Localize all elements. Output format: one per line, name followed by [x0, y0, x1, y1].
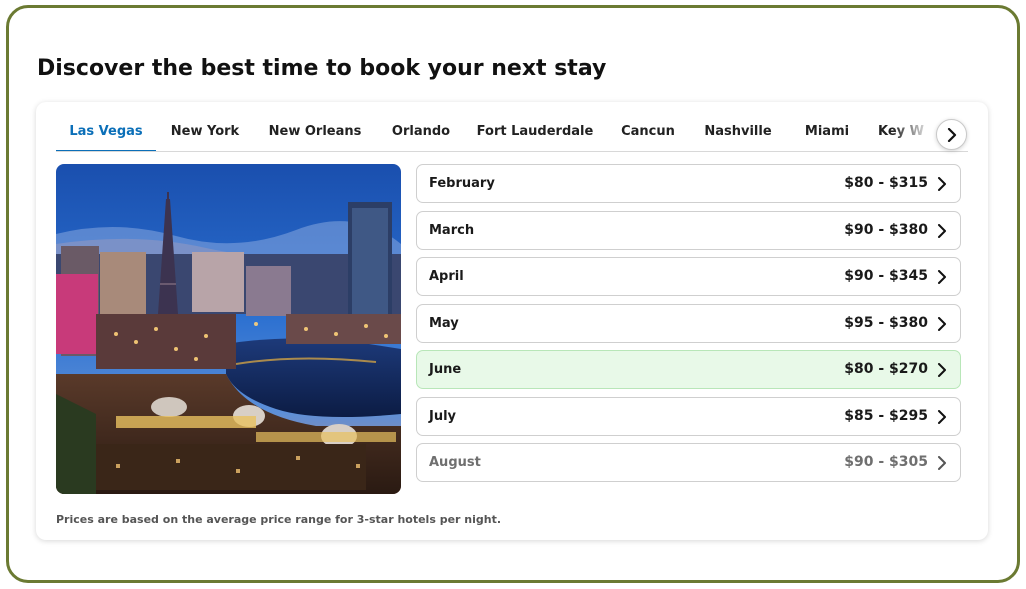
chevron-right-icon	[938, 270, 946, 284]
tab-miami[interactable]: Miami	[798, 116, 856, 151]
month-row-april[interactable]: April $90 - $345	[416, 257, 961, 296]
month-row-june[interactable]: June $80 - $270	[416, 350, 961, 389]
price-disclaimer: Prices are based on the average price ra…	[56, 513, 502, 526]
tab-new-orleans[interactable]: New Orleans	[264, 116, 366, 151]
las-vegas-photo	[56, 164, 401, 494]
month-name: July	[429, 409, 457, 424]
month-price: $80 - $270	[844, 361, 928, 377]
chevron-right-icon	[938, 456, 946, 470]
month-name: February	[429, 176, 495, 191]
chevron-right-icon	[938, 410, 946, 424]
city-skyline-image	[56, 164, 401, 494]
month-price: $95 - $380	[844, 315, 928, 331]
tab-orlando[interactable]: Orlando	[388, 116, 454, 151]
tab-new-york[interactable]: New York	[166, 116, 244, 151]
tab-cancun[interactable]: Cancun	[616, 116, 680, 151]
chevron-right-icon	[938, 317, 946, 331]
month-price: $90 - $380	[844, 222, 928, 238]
month-row-august[interactable]: August $90 - $305	[416, 443, 961, 482]
chevron-right-icon	[947, 127, 956, 142]
page-title: Discover the best time to book your next…	[37, 56, 607, 81]
chevron-right-icon	[938, 363, 946, 377]
month-name: May	[429, 316, 459, 331]
month-price: $80 - $315	[844, 175, 928, 191]
tab-fort-lauderdale[interactable]: Fort Lauderdale	[476, 116, 594, 151]
month-price: $90 - $305	[844, 454, 928, 470]
month-name: March	[429, 223, 475, 238]
destination-tabs: Las Vegas New York New Orleans Orlando F…	[56, 116, 968, 152]
outer-frame: Discover the best time to book your next…	[6, 5, 1020, 583]
tabs-fade	[892, 116, 932, 150]
destinations-card: Las Vegas New York New Orleans Orlando F…	[36, 102, 988, 540]
month-row-july[interactable]: July $85 - $295	[416, 397, 961, 436]
tab-las-vegas[interactable]: Las Vegas	[56, 116, 156, 151]
month-price: $85 - $295	[844, 408, 928, 424]
month-name: August	[429, 455, 481, 470]
month-name: June	[429, 362, 462, 377]
chevron-right-icon	[938, 177, 946, 191]
chevron-right-icon	[938, 224, 946, 238]
month-row-may[interactable]: May $95 - $380	[416, 304, 961, 343]
month-price: $90 - $345	[844, 268, 928, 284]
month-name: April	[429, 269, 464, 284]
month-row-february[interactable]: February $80 - $315	[416, 164, 961, 203]
tab-nashville[interactable]: Nashville	[700, 116, 776, 151]
month-row-march[interactable]: March $90 - $380	[416, 211, 961, 250]
tabs-scroll-right-button[interactable]	[936, 119, 967, 150]
